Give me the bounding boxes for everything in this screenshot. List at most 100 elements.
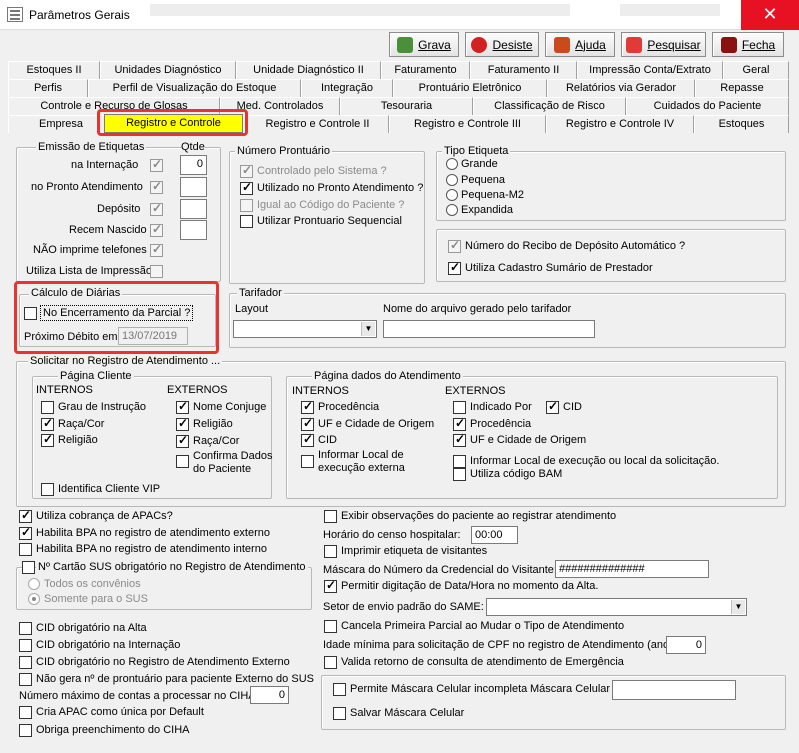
horario-input[interactable]: 00:00 bbox=[471, 526, 518, 544]
tab-repasse[interactable]: Repasse bbox=[695, 79, 789, 97]
pronto-prontuario-checkbox[interactable] bbox=[240, 180, 253, 195]
cid-checkbox[interactable] bbox=[301, 432, 314, 447]
tab-perfis[interactable]: Perfis bbox=[8, 79, 88, 97]
grande-radio[interactable] bbox=[446, 158, 458, 170]
bam-checkbox[interactable] bbox=[453, 468, 466, 481]
recibo-checkbox[interactable] bbox=[448, 238, 461, 253]
tab-faturamento[interactable]: Faturamento bbox=[381, 61, 470, 79]
grava-button[interactable]: Grava bbox=[389, 32, 459, 57]
pesquisar-button[interactable]: Pesquisar bbox=[621, 32, 706, 57]
obriga-checkbox[interactable] bbox=[19, 724, 32, 737]
tab-geral[interactable]: Geral bbox=[723, 61, 789, 79]
tab-classificacao-risco[interactable]: Classificação de Risco bbox=[473, 97, 626, 115]
grau-checkbox[interactable] bbox=[41, 401, 54, 414]
cancela-checkbox[interactable] bbox=[324, 620, 337, 633]
deposito-qtde[interactable] bbox=[180, 199, 207, 219]
tab-cuidados-paciente[interactable]: Cuidados do Paciente bbox=[626, 97, 789, 115]
setor-dropdown[interactable]: ▼ bbox=[486, 598, 747, 616]
procedencia-ext-checkbox[interactable] bbox=[453, 416, 466, 431]
nome-conjuge-checkbox[interactable] bbox=[176, 399, 189, 414]
expandida-radio[interactable] bbox=[446, 204, 458, 216]
internacao-checkbox[interactable] bbox=[150, 157, 163, 172]
apacs-checkbox[interactable] bbox=[19, 508, 32, 523]
deposito-checkbox[interactable] bbox=[150, 201, 163, 216]
tab-tesouraria[interactable]: Tesouraria bbox=[340, 97, 473, 115]
exit-door-icon bbox=[720, 36, 737, 53]
tab-impressao-conta[interactable]: Impressão Conta/Extrato bbox=[577, 61, 723, 79]
tab-integracao[interactable]: Integração bbox=[301, 79, 393, 97]
window-title: Parâmetros Gerais bbox=[29, 8, 130, 22]
salvar-celular-checkbox[interactable] bbox=[333, 707, 346, 720]
tab-relatorios-gerador[interactable]: Relatórios via Gerador bbox=[547, 79, 695, 97]
pronto-checkbox[interactable] bbox=[150, 179, 163, 194]
raca-checkbox[interactable] bbox=[41, 416, 54, 431]
exibir-label: Exibir observações do paciente ao regist… bbox=[341, 510, 617, 522]
idade-input[interactable]: 0 bbox=[666, 636, 706, 654]
uf-checkbox[interactable] bbox=[301, 416, 314, 431]
todos-radio[interactable] bbox=[28, 578, 40, 590]
exibir-checkbox[interactable] bbox=[324, 510, 337, 523]
cid-ext-checkbox[interactable] bbox=[546, 399, 559, 414]
ajuda-button[interactable]: Ajuda bbox=[545, 32, 615, 57]
tab-registro-controle-ii[interactable]: Registro e Controle II bbox=[246, 115, 389, 133]
nao-gera-checkbox[interactable] bbox=[19, 673, 32, 686]
recibo-label: Número do Recibo de Depósito Automático … bbox=[465, 240, 686, 252]
igual-label: Igual ao Código do Paciente ? bbox=[257, 199, 405, 211]
chevron-down-icon: ▼ bbox=[361, 322, 375, 336]
cid-ext-registro-checkbox[interactable] bbox=[19, 656, 32, 669]
imprimir-checkbox[interactable] bbox=[324, 545, 337, 558]
religiao-ext-label: Religião bbox=[193, 418, 233, 430]
tab-perfil-visualizacao[interactable]: Perfil de Visualização do Estoque bbox=[88, 79, 301, 97]
bpa-ext-checkbox[interactable] bbox=[19, 525, 32, 540]
search-icon bbox=[626, 36, 643, 53]
pequena-radio[interactable] bbox=[446, 174, 458, 186]
procedencia-checkbox[interactable] bbox=[301, 399, 314, 414]
identifica-checkbox[interactable] bbox=[41, 483, 54, 496]
indicado-checkbox[interactable] bbox=[453, 401, 466, 414]
cid-int-checkbox[interactable] bbox=[19, 639, 32, 652]
mascara-input[interactable]: ############## bbox=[555, 560, 709, 578]
confirma-checkbox[interactable] bbox=[176, 455, 189, 468]
cadastro-checkbox[interactable] bbox=[448, 260, 461, 275]
fecha-button[interactable]: Fecha bbox=[712, 32, 784, 57]
religiao-checkbox[interactable] bbox=[41, 432, 54, 447]
informar-checkbox[interactable] bbox=[301, 455, 314, 468]
cria-apac-checkbox[interactable] bbox=[19, 706, 32, 719]
recem-qtde[interactable] bbox=[180, 220, 207, 240]
cid-alta-checkbox[interactable] bbox=[19, 622, 32, 635]
uf-ext-checkbox[interactable] bbox=[453, 432, 466, 447]
mascara-celular-input[interactable] bbox=[612, 680, 736, 700]
numero-max-input[interactable]: 0 bbox=[250, 686, 289, 704]
pequena-m2-radio[interactable] bbox=[446, 189, 458, 201]
bpa-int-checkbox[interactable] bbox=[19, 543, 32, 556]
cartao-checkbox[interactable] bbox=[22, 561, 35, 574]
close-button[interactable]: ✕ bbox=[741, 0, 799, 30]
layout-dropdown[interactable]: ▼ bbox=[233, 320, 377, 338]
tab-registro-controle-iii[interactable]: Registro e Controle III bbox=[389, 115, 546, 133]
informar-ext-checkbox[interactable] bbox=[453, 455, 466, 468]
tab-estoques-ii[interactable]: Estoques II bbox=[8, 61, 100, 79]
tab-unidade-diagnostico-ii[interactable]: Unidade Diagnóstico II bbox=[236, 61, 381, 79]
permite-celular-checkbox[interactable] bbox=[333, 683, 346, 696]
tab-registro-controle-iv[interactable]: Registro e Controle IV bbox=[546, 115, 694, 133]
tab-estoques[interactable]: Estoques bbox=[694, 115, 789, 133]
sequencial-checkbox[interactable] bbox=[240, 215, 253, 228]
raca-ext-checkbox[interactable] bbox=[176, 433, 189, 448]
tab-unidades-diagnostico[interactable]: Unidades Diagnóstico bbox=[100, 61, 236, 79]
igual-checkbox[interactable] bbox=[240, 199, 253, 212]
nao-imprime-checkbox[interactable] bbox=[150, 242, 163, 257]
somente-radio[interactable] bbox=[28, 593, 40, 605]
tab-faturamento-ii[interactable]: Faturamento II bbox=[470, 61, 577, 79]
arquivo-input[interactable] bbox=[383, 320, 595, 338]
recem-checkbox[interactable] bbox=[150, 222, 163, 237]
religiao-ext-checkbox[interactable] bbox=[176, 416, 189, 431]
tarifador-title: Tarifador bbox=[237, 287, 284, 299]
lista-checkbox[interactable] bbox=[150, 265, 163, 278]
valida-checkbox[interactable] bbox=[324, 656, 337, 669]
internacao-qtde[interactable]: 0 bbox=[180, 155, 207, 175]
sistema-checkbox[interactable] bbox=[240, 163, 253, 178]
pronto-qtde[interactable] bbox=[180, 177, 207, 197]
desiste-button[interactable]: Desiste bbox=[465, 32, 539, 57]
tab-prontuario-eletronico[interactable]: Prontuário Eletrônico bbox=[393, 79, 547, 97]
permitir-checkbox[interactable] bbox=[324, 578, 337, 593]
